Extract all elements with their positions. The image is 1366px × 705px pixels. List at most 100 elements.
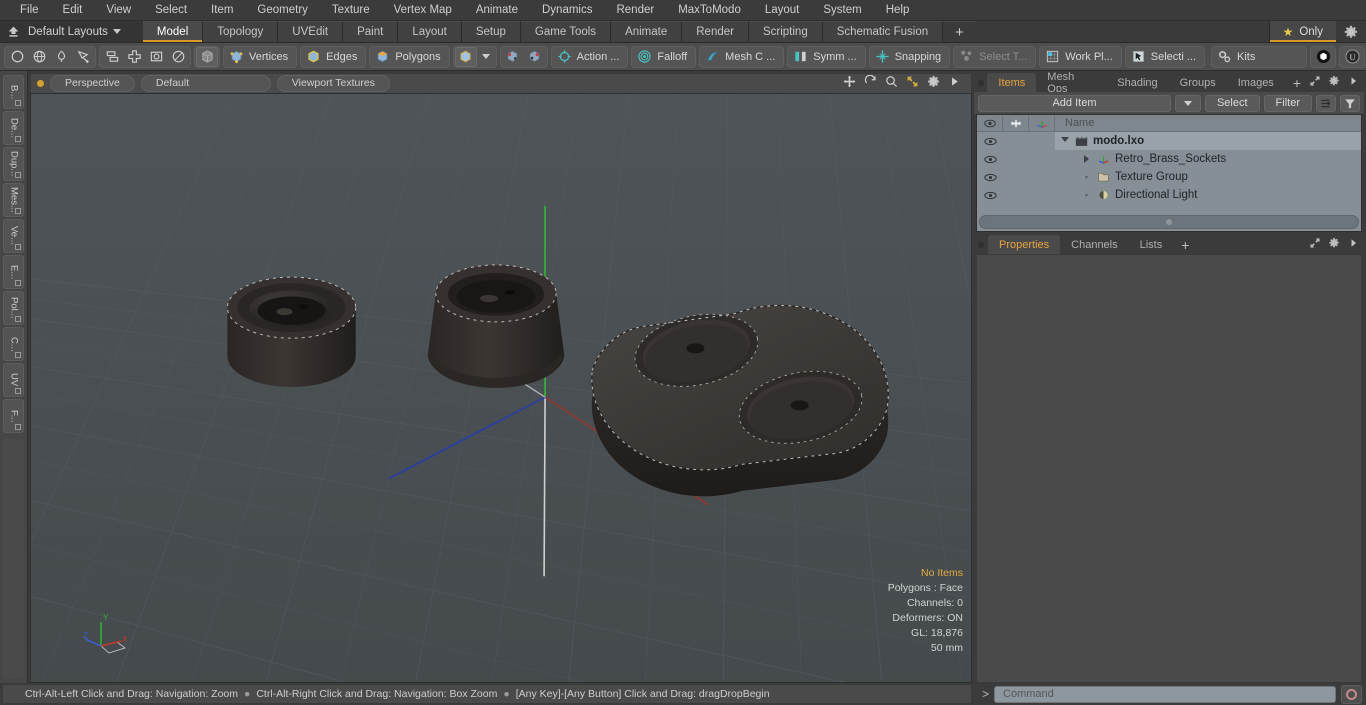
filter-button[interactable]: Filter (1263, 94, 1312, 112)
tab-items[interactable]: Items (987, 73, 1037, 92)
viewport-dot[interactable] (37, 80, 44, 87)
add-properties-tab-button[interactable]: + (1173, 235, 1197, 254)
list-icon[interactable] (1316, 94, 1336, 112)
chevron-right-icon[interactable] (1347, 236, 1359, 254)
play-icon[interactable] (948, 75, 961, 93)
center-pivot-icon[interactable] (502, 47, 524, 67)
selection-mode-vertices[interactable]: Vertices (223, 45, 298, 68)
gear-icon[interactable] (927, 75, 940, 93)
selection-mode-polygons[interactable]: Polygons (369, 45, 450, 68)
visibility-eye-icon[interactable] (977, 186, 1003, 204)
gear-icon[interactable] (1328, 74, 1340, 92)
tab-images[interactable]: Images (1227, 73, 1285, 92)
vtab-polygon[interactable]: Pol... (3, 291, 24, 325)
menu-item-animate[interactable]: Animate (464, 0, 530, 21)
snapping-button[interactable]: Snapping (868, 45, 951, 68)
table-row[interactable]: Retro_Brass_Sockets (977, 150, 1361, 168)
select-button[interactable]: Select (1204, 94, 1260, 112)
unreal-button[interactable]: U (1339, 45, 1366, 68)
layout-tab-topology[interactable]: Topology (203, 21, 279, 42)
menu-item-layout[interactable]: Layout (753, 0, 812, 21)
expand-icon[interactable] (1309, 236, 1321, 254)
add-panel-tab-button[interactable]: + (1285, 73, 1309, 92)
row-name-cell[interactable]: ▪ Directional Light (1055, 186, 1361, 204)
row-name-cell[interactable]: Retro_Brass_Sockets (1055, 150, 1361, 168)
oval-icon[interactable] (167, 47, 189, 67)
cube-icon[interactable] (196, 46, 218, 67)
menu-item-maxtomodo[interactable]: MaxToModo (666, 0, 753, 21)
modo-cube-button[interactable] (1310, 45, 1337, 68)
viewport-textures-button[interactable]: Viewport Textures (276, 75, 390, 92)
lasso-icon[interactable] (72, 47, 94, 67)
menu-item-system[interactable]: System (811, 0, 873, 21)
selection-sets-button[interactable]: Selecti ... (1124, 45, 1206, 68)
twirl-right-icon[interactable] (1081, 155, 1092, 163)
tab-properties[interactable]: Properties (988, 235, 1061, 254)
tab-groups[interactable]: Groups (1169, 73, 1227, 92)
tab-lists[interactable]: Lists (1129, 235, 1174, 254)
menu-item-edit[interactable]: Edit (51, 0, 95, 21)
selection-pivot-icon[interactable] (524, 47, 546, 67)
table-row[interactable]: ▪ Texture Group (977, 168, 1361, 186)
expand-icon[interactable] (1309, 74, 1321, 92)
square-circle-icon[interactable] (145, 47, 167, 67)
gear-icon[interactable] (1328, 236, 1340, 254)
funnel-icon[interactable] (1340, 94, 1360, 112)
menu-item-file[interactable]: File (8, 0, 51, 21)
panel-dot-icon[interactable] (974, 73, 987, 92)
mesh-constraint-button[interactable]: Mesh C ... (699, 45, 785, 68)
rotate-icon[interactable] (864, 74, 877, 93)
layout-tab-schematic-fusion[interactable]: Schematic Fusion (822, 21, 944, 42)
crosshair-box-icon[interactable] (123, 47, 145, 67)
vtab-basic[interactable]: B... (3, 75, 24, 109)
panel-dot-icon[interactable] (974, 235, 988, 254)
menu-item-texture[interactable]: Texture (320, 0, 382, 21)
kits-button[interactable]: Kits (1211, 45, 1308, 68)
layout-tab-animate[interactable]: Animate (611, 21, 683, 42)
menu-item-dynamics[interactable]: Dynamics (530, 0, 604, 21)
layout-tab-paint[interactable]: Paint (343, 21, 399, 42)
layout-tab-model[interactable]: Model (142, 21, 204, 42)
menu-item-render[interactable]: Render (604, 0, 666, 21)
align-icon[interactable] (101, 47, 123, 67)
zoom-icon[interactable] (885, 75, 898, 93)
vtab-vertex[interactable]: Ve... (3, 219, 24, 253)
vtab-duplicate[interactable]: Dup... (3, 147, 24, 181)
3d-viewport[interactable]: No Items Polygons : Face Channels: 0 Def… (30, 93, 972, 683)
vtab-uv[interactable]: UV (3, 363, 24, 397)
menu-item-geometry[interactable]: Geometry (245, 0, 320, 21)
gear-icon[interactable] (1336, 21, 1366, 42)
vtab-mesh-edit[interactable]: Mes... (3, 183, 24, 217)
tab-channels[interactable]: Channels (1060, 235, 1128, 254)
visibility-eye-icon[interactable] (977, 132, 1003, 150)
row-name-cell[interactable]: modo.lxo (1055, 132, 1361, 150)
layout-tab-setup[interactable]: Setup (461, 21, 521, 42)
symmetry-button[interactable]: Symm ... (787, 45, 866, 68)
circle-icon[interactable] (6, 47, 28, 67)
layout-tab-layout[interactable]: Layout (398, 21, 462, 42)
layout-tab-render[interactable]: Render (682, 21, 749, 42)
command-input[interactable]: Command (994, 685, 1336, 703)
add-item-dropdown[interactable] (1174, 94, 1201, 112)
viewport-style-button[interactable]: Default (140, 75, 271, 92)
tab-mesh-ops[interactable]: Mesh Ops (1036, 71, 1106, 95)
row-name-cell[interactable]: ▪ Texture Group (1055, 168, 1361, 186)
layout-tab-uvedit[interactable]: UVEdit (278, 21, 344, 42)
vtab-fusion[interactable]: F... (3, 399, 24, 433)
menu-item-view[interactable]: View (94, 0, 143, 21)
axis-gizmo[interactable]: Y X Z (81, 608, 137, 660)
table-row[interactable]: ▪ Directional Light (977, 186, 1361, 204)
selection-mode-edges[interactable]: Edges (300, 45, 367, 68)
menu-item-help[interactable]: Help (874, 0, 922, 21)
work-plane-button[interactable]: Work Pl... (1039, 45, 1122, 68)
home-up-icon[interactable] (0, 21, 26, 42)
item-cube-icon[interactable] (454, 46, 477, 67)
menu-item-select[interactable]: Select (143, 0, 199, 21)
viewport-view-button[interactable]: Perspective (50, 75, 135, 92)
item-mode-dropdown[interactable] (477, 46, 495, 68)
pen-icon[interactable] (50, 47, 72, 67)
default-layouts-menu[interactable]: Default Layouts (26, 21, 129, 42)
record-icon[interactable] (1341, 684, 1362, 704)
globe-icon[interactable] (28, 47, 50, 67)
menu-item-vertex-map[interactable]: Vertex Map (382, 0, 464, 21)
